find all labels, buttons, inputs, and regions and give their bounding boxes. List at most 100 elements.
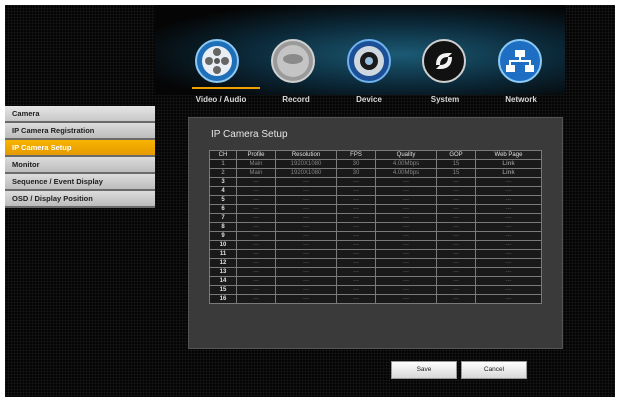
table-cell: --- [336, 222, 376, 232]
cell-channel: 6 [209, 204, 237, 214]
column-header-fps: FPS [336, 150, 376, 160]
table-cell: --- [475, 267, 542, 277]
table-cell: --- [475, 204, 542, 214]
table-row[interactable]: 8 --- --- --- --- --- --- [209, 222, 542, 232]
tab-network[interactable]: Network [505, 95, 537, 104]
table-cell: --- [275, 177, 337, 187]
table-cell: --- [475, 285, 542, 295]
table-cell: 15 [436, 168, 476, 178]
table-cell: --- [475, 222, 542, 232]
table-cell: --- [336, 231, 376, 241]
table-cell: --- [436, 222, 476, 232]
table-cell: --- [336, 249, 376, 259]
table-cell: --- [475, 276, 542, 286]
cell-channel: 4 [209, 186, 237, 196]
record-disc-icon [271, 39, 315, 83]
device-tab[interactable] [347, 39, 391, 83]
table-cell: --- [475, 213, 542, 223]
table-cell: --- [475, 231, 542, 241]
table-cell: --- [275, 294, 337, 304]
table-cell: 30 [336, 168, 376, 178]
record-tab[interactable] [271, 39, 315, 83]
table-cell: --- [375, 231, 437, 241]
web-page-link[interactable]: Link [475, 168, 542, 178]
table-cell: --- [436, 294, 476, 304]
web-page-link[interactable]: Link [475, 159, 542, 169]
table-row[interactable]: 14 --- --- --- --- --- --- [209, 276, 542, 286]
network-tab[interactable] [498, 39, 542, 83]
cell-channel: 7 [209, 213, 237, 223]
tab-video-audio[interactable]: Video / Audio [196, 95, 247, 104]
table-cell: --- [475, 258, 542, 268]
table-cell: --- [275, 276, 337, 286]
table-cell: --- [275, 240, 337, 250]
system-tab[interactable] [422, 39, 466, 83]
table-cell: --- [275, 249, 337, 259]
sidebar-item-monitor[interactable]: Monitor [5, 157, 155, 174]
table-cell: --- [375, 258, 437, 268]
sidebar-item-sequence-event-display[interactable]: Sequence / Event Display [5, 174, 155, 191]
table-row[interactable]: 9 --- --- --- --- --- --- [209, 231, 542, 241]
table-row[interactable]: 4 --- --- --- --- --- --- [209, 186, 542, 196]
table-row[interactable]: 11 --- --- --- --- --- --- [209, 249, 542, 259]
table-cell: --- [336, 204, 376, 214]
table-cell: --- [375, 294, 437, 304]
table-row[interactable]: 3 --- --- --- --- --- --- [209, 177, 542, 187]
cell-channel: 2 [209, 168, 237, 178]
network-icon [498, 39, 542, 83]
table-row[interactable]: 13 --- --- --- --- --- --- [209, 267, 542, 277]
cell-channel: 16 [209, 294, 237, 304]
table-row[interactable]: 12 --- --- --- --- --- --- [209, 258, 542, 268]
table-cell: --- [236, 204, 276, 214]
column-header-gop: GOP [436, 150, 476, 160]
table-cell: Main [236, 168, 276, 178]
column-header-ch: CH [209, 150, 237, 160]
system-swirl-icon [422, 39, 466, 83]
table-cell: --- [236, 213, 276, 223]
table-cell: --- [375, 276, 437, 286]
table-cell: --- [475, 186, 542, 196]
table-cell: 1920X1080 [275, 159, 337, 169]
table-cell: --- [475, 294, 542, 304]
table-cell: --- [436, 177, 476, 187]
table-row[interactable]: 10 --- --- --- --- --- --- [209, 240, 542, 250]
table-cell: --- [436, 267, 476, 277]
cancel-button[interactable]: Cancel [461, 361, 527, 379]
table-cell: --- [336, 294, 376, 304]
tab-record[interactable]: Record [282, 95, 310, 104]
table-cell: 4.00Mbps [375, 168, 437, 178]
table-cell: --- [436, 204, 476, 214]
table-cell: --- [336, 195, 376, 205]
save-button[interactable]: Save [391, 361, 457, 379]
table-cell: --- [375, 213, 437, 223]
table-cell: --- [436, 276, 476, 286]
table-cell: --- [275, 222, 337, 232]
table-cell: --- [236, 177, 276, 187]
table-row[interactable]: 6 --- --- --- --- --- --- [209, 204, 542, 214]
tab-device[interactable]: Device [356, 95, 382, 104]
sidebar-item-camera[interactable]: Camera [5, 106, 155, 123]
table-row[interactable]: 15 --- --- --- --- --- --- [209, 285, 542, 295]
table-row[interactable]: 5 --- --- --- --- --- --- [209, 195, 542, 205]
video-audio-tab[interactable] [195, 39, 239, 83]
table-cell: --- [375, 195, 437, 205]
table-cell: --- [436, 240, 476, 250]
tab-system[interactable]: System [431, 95, 459, 104]
table-cell: --- [375, 222, 437, 232]
table-row[interactable]: 1 Main 1920X1080 30 4.00Mbps 15 Link [209, 159, 542, 169]
sidebar-item-ip-camera-registration[interactable]: IP Camera Registration [5, 123, 155, 140]
sidebar-item-osd-display-position[interactable]: OSD / Display Position [5, 191, 155, 208]
sidebar-item-ip-camera-setup[interactable]: IP Camera Setup [5, 140, 155, 157]
table-cell: --- [336, 267, 376, 277]
table-cell: --- [475, 195, 542, 205]
device-dial-icon [347, 39, 391, 83]
table-cell: --- [336, 276, 376, 286]
table-row[interactable]: 16 --- --- --- --- --- --- [209, 294, 542, 304]
table-cell: --- [275, 204, 337, 214]
table-cell: --- [336, 177, 376, 187]
table-cell: 30 [336, 159, 376, 169]
table-row[interactable]: 7 --- --- --- --- --- --- [209, 213, 542, 223]
table-cell: --- [236, 294, 276, 304]
camera-table: CH Profile Resolution FPS Quality GOP We… [209, 150, 542, 304]
table-row[interactable]: 2 Main 1920X1080 30 4.00Mbps 15 Link [209, 168, 542, 178]
